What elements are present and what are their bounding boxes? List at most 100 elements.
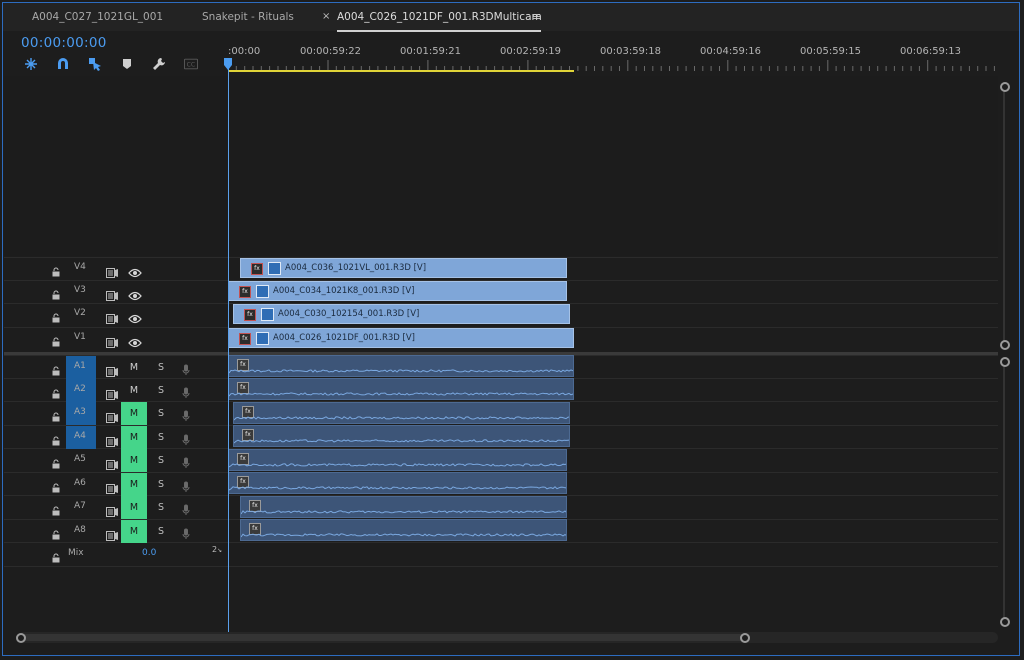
voiceover-mic-icon[interactable] <box>182 501 190 520</box>
lock-icon[interactable] <box>52 478 60 497</box>
video-clip[interactable]: fx A004_C036_1021VL_001.R3D [V] <box>240 258 567 278</box>
sync-lock-icon[interactable] <box>106 455 118 474</box>
track-name[interactable]: A8 <box>74 525 86 535</box>
track-name[interactable]: A3 <box>74 407 86 417</box>
mute-button[interactable]: M <box>121 496 147 519</box>
lock-icon[interactable] <box>52 262 60 281</box>
panel-menu-icon[interactable]: ≡ <box>532 10 541 23</box>
lock-icon[interactable] <box>52 361 60 380</box>
track-name[interactable]: A6 <box>74 478 86 488</box>
track-name[interactable]: A5 <box>74 454 86 464</box>
lock-icon[interactable] <box>52 548 60 567</box>
lock-icon[interactable] <box>52 525 60 544</box>
track-name[interactable]: V3 <box>74 285 86 295</box>
track-name[interactable]: A4 <box>74 431 86 441</box>
audio-clip[interactable]: fx <box>233 425 570 447</box>
playhead-line[interactable] <box>228 58 229 632</box>
voiceover-mic-icon[interactable] <box>182 478 190 497</box>
audio-clip[interactable]: fx <box>240 519 567 541</box>
lock-icon[interactable] <box>52 332 60 351</box>
lock-icon[interactable] <box>52 285 60 304</box>
track-name[interactable]: A2 <box>74 384 86 394</box>
solo-button[interactable]: S <box>158 526 164 537</box>
mix-volume-value[interactable]: 0.0 <box>142 548 156 558</box>
mute-button[interactable]: M <box>121 356 147 379</box>
audio-clip[interactable]: fx <box>233 402 570 424</box>
audio-scroll-handle-bottom[interactable] <box>1000 617 1010 627</box>
mute-button[interactable]: M <box>121 402 147 425</box>
track-header-a2: A2 M S <box>4 379 226 402</box>
in-out-range-bar[interactable] <box>228 70 574 72</box>
close-icon[interactable]: × <box>322 11 330 22</box>
track-name[interactable]: V2 <box>74 308 86 318</box>
audio-clip[interactable]: fx <box>240 496 567 518</box>
solo-button[interactable]: S <box>158 455 164 466</box>
voiceover-mic-icon[interactable] <box>182 361 190 380</box>
magnet-icon[interactable] <box>56 57 70 71</box>
video-clip[interactable]: fx A004_C030_102154_001.R3D [V] <box>233 304 570 324</box>
mute-button[interactable]: M <box>121 379 147 402</box>
audio-clip[interactable]: fx <box>228 378 574 400</box>
voiceover-mic-icon[interactable] <box>182 407 190 426</box>
marker-icon[interactable] <box>120 57 134 71</box>
solo-button[interactable]: S <box>158 502 164 513</box>
voiceover-mic-icon[interactable] <box>182 431 190 450</box>
playhead-timecode[interactable]: 00:00:00:00 <box>21 35 107 51</box>
hscroll-handle-left[interactable] <box>16 633 26 643</box>
audio-clip[interactable]: fx <box>228 355 574 377</box>
tab-sequence-2[interactable]: Snakepit - Rituals <box>202 11 294 23</box>
sync-lock-icon[interactable] <box>106 408 118 427</box>
audio-scroll-handle-top[interactable] <box>1000 357 1010 367</box>
voiceover-mic-icon[interactable] <box>182 525 190 544</box>
captions-icon[interactable]: CC <box>184 57 198 71</box>
track-name[interactable]: A7 <box>74 501 86 511</box>
playhead-handle-icon[interactable] <box>224 58 232 70</box>
mute-button[interactable]: M <box>121 426 147 449</box>
track-name[interactable]: V1 <box>74 332 86 342</box>
solo-button[interactable]: S <box>158 479 164 490</box>
solo-button[interactable]: S <box>158 408 164 419</box>
lock-icon[interactable] <box>52 407 60 426</box>
solo-button[interactable]: S <box>158 362 164 373</box>
video-scrollbar-track[interactable] <box>1003 86 1005 344</box>
sync-lock-icon[interactable] <box>106 502 118 521</box>
audio-clip[interactable]: fx <box>228 449 567 471</box>
video-clip[interactable]: fx A004_C034_1021K8_001.R3D [V] <box>228 281 567 301</box>
tab-sequence-active[interactable]: A004_C026_1021DF_001.R3DMulticam <box>337 11 542 23</box>
audio-waveform <box>229 392 573 397</box>
horizontal-scrollbar-thumb[interactable] <box>22 634 746 641</box>
mute-button[interactable]: M <box>121 520 147 543</box>
video-scroll-handle-top[interactable] <box>1000 82 1010 92</box>
lock-icon[interactable] <box>52 431 60 450</box>
solo-button[interactable]: S <box>158 385 164 396</box>
sync-lock-icon[interactable] <box>106 333 118 352</box>
hscroll-handle-right[interactable] <box>740 633 750 643</box>
lock-icon[interactable] <box>52 501 60 520</box>
wrench-icon[interactable] <box>152 57 166 71</box>
eye-icon[interactable] <box>128 333 142 352</box>
track-header-a5: A5 M S <box>4 449 226 472</box>
lock-icon[interactable] <box>52 308 60 327</box>
ruler-label: 00:04:59:16 <box>700 46 762 57</box>
multicam-icon <box>256 285 269 298</box>
sync-lock-icon[interactable] <box>106 309 118 328</box>
clip-name: A004_C034_1021K8_001.R3D [V] <box>273 286 415 296</box>
linked-selection-icon[interactable] <box>88 57 102 71</box>
mute-button[interactable]: M <box>121 473 147 496</box>
voiceover-mic-icon[interactable] <box>182 384 190 403</box>
tab-sequence-1[interactable]: A004_C027_1021GL_001 <box>32 11 163 23</box>
mute-button[interactable]: M <box>121 449 147 472</box>
track-name[interactable]: A1 <box>74 361 86 371</box>
video-scroll-handle-bottom[interactable] <box>1000 340 1010 350</box>
audio-scrollbar-track[interactable] <box>1003 362 1005 622</box>
eye-icon[interactable] <box>128 309 142 328</box>
waveform-path <box>234 416 569 421</box>
lock-icon[interactable] <box>52 384 60 403</box>
track-name[interactable]: V4 <box>74 262 86 272</box>
snap-insert-icon[interactable] <box>24 57 38 71</box>
audio-clip[interactable]: fx <box>228 472 567 494</box>
lock-icon[interactable] <box>52 454 60 473</box>
video-clip[interactable]: fx A004_C026_1021DF_001.R3D [V] <box>228 328 574 348</box>
voiceover-mic-icon[interactable] <box>182 454 190 473</box>
solo-button[interactable]: S <box>158 432 164 443</box>
